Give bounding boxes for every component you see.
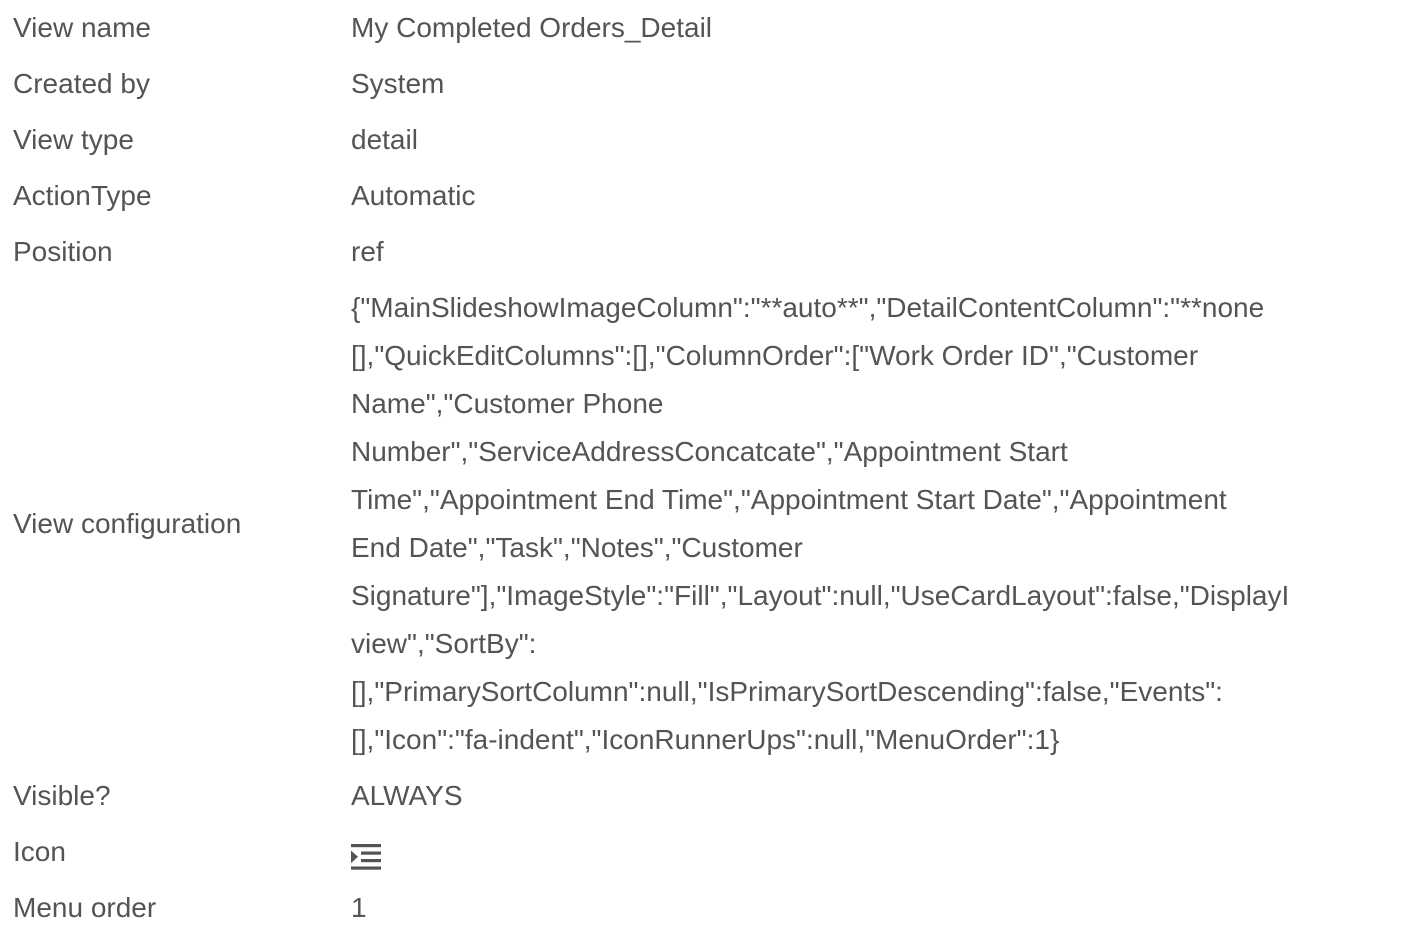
indent-icon (351, 838, 381, 870)
row-action-type: ActionType Automatic (0, 168, 1401, 224)
created-by-value: System (351, 68, 445, 99)
config-line: Name","Customer Phone (351, 388, 664, 419)
row-icon: Icon (0, 824, 1401, 880)
view-configuration-label: View configuration (13, 508, 242, 539)
config-line: Number","ServiceAddressConcatcate","Appo… (351, 436, 1068, 467)
view-name-value: My Completed Orders_Detail (351, 12, 713, 43)
view-name-label: View name (13, 12, 152, 43)
config-line: Signature"],"ImageStyle":"Fill","Layout"… (351, 580, 1290, 611)
row-menu-order: Menu order 1 (0, 880, 1401, 936)
menu-order-label: Menu order (13, 892, 157, 923)
position-label: Position (13, 236, 113, 267)
position-value: ref (351, 236, 384, 267)
menu-order-value: 1 (351, 892, 367, 923)
visible-value: ALWAYS (351, 780, 463, 811)
view-properties-table: View name My Completed Orders_Detail Cre… (0, 0, 1401, 936)
config-line: End Date","Task","Notes","Customer (351, 532, 803, 563)
created-by-label: Created by (13, 68, 150, 99)
row-view-configuration: View configuration {"MainSlideshowImageC… (0, 280, 1401, 768)
view-configuration-value: {"MainSlideshowImageColumn":"**auto**","… (351, 280, 1401, 768)
config-line: [],"Icon":"fa-indent","IconRunnerUps":nu… (351, 724, 1060, 755)
config-line: {"MainSlideshowImageColumn":"**auto**","… (351, 292, 1265, 323)
config-line: [],"PrimarySortColumn":null,"IsPrimarySo… (351, 676, 1223, 707)
row-visible: Visible? ALWAYS (0, 768, 1401, 824)
config-line: Time","Appointment End Time","Appointmen… (351, 484, 1227, 515)
icon-label: Icon (13, 836, 66, 867)
visible-label: Visible? (13, 780, 111, 811)
view-type-value: detail (351, 124, 418, 155)
config-line: view","SortBy": (351, 628, 537, 659)
row-position: Position ref (0, 224, 1401, 280)
icon-value (351, 824, 1401, 880)
action-type-value: Automatic (351, 180, 476, 211)
row-view-type: View type detail (0, 112, 1401, 168)
action-type-label: ActionType (13, 180, 152, 211)
row-view-name: View name My Completed Orders_Detail (0, 0, 1401, 56)
view-type-label: View type (13, 124, 134, 155)
config-line: [],"QuickEditColumns":[],"ColumnOrder":[… (351, 340, 1199, 371)
row-created-by: Created by System (0, 56, 1401, 112)
